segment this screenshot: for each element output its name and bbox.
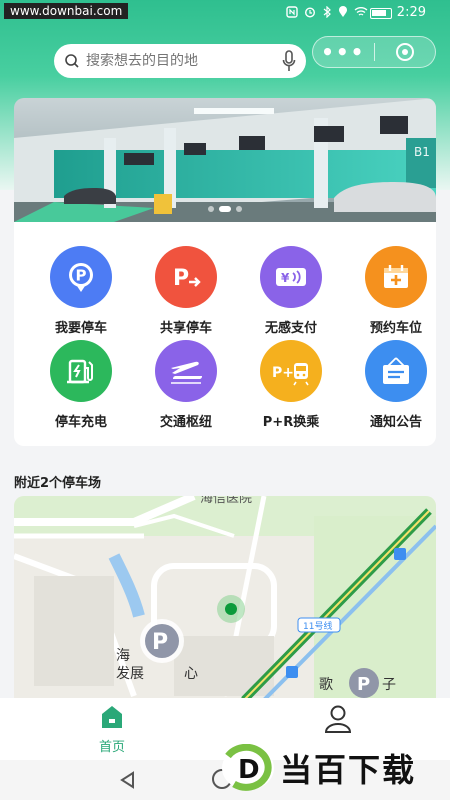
contactless-pay-icon: ¥ xyxy=(260,246,322,308)
carousel-dot[interactable] xyxy=(208,206,214,212)
clock: 2:29 xyxy=(396,5,426,20)
floor-sign: B1 xyxy=(414,145,430,159)
user-icon xyxy=(324,705,352,733)
grid-item-contactless-pay[interactable]: ¥ 无感支付 xyxy=(246,246,336,336)
grid-item-share-parking[interactable]: P 共享停车 xyxy=(141,246,231,336)
status-icons xyxy=(286,6,368,18)
metro-line-label: 11号线 xyxy=(303,620,332,632)
map-label-center3: 心 xyxy=(184,666,198,682)
brand-logo: D xyxy=(222,744,274,791)
miniprogram-capsule: ••• xyxy=(312,36,436,68)
map-label-center: 海 xyxy=(116,648,130,664)
more-options-icon[interactable]: ••• xyxy=(313,37,374,67)
calendar-plus-icon xyxy=(365,246,427,308)
grid-item-park-and-ride[interactable]: P+ P+R换乘 xyxy=(246,340,336,430)
ev-charger-icon xyxy=(50,340,112,402)
wifi-icon xyxy=(354,7,368,16)
home-icon xyxy=(102,706,122,728)
grid-item-notice[interactable]: 通知公告 xyxy=(351,340,441,430)
status-bar: www.downbai.com 2:29 xyxy=(0,0,450,26)
svg-text:P: P xyxy=(76,267,87,285)
svg-text:¥: ¥ xyxy=(281,271,290,285)
parking-pin-icon: P xyxy=(50,246,112,308)
battery-icon xyxy=(370,8,392,19)
tab-profile[interactable] xyxy=(278,704,398,738)
microphone-icon[interactable] xyxy=(282,50,296,72)
function-grid: P 我要停车 P 共享停车 ¥ 无感支付 预约车位 停车充电 交通枢纽 P+ P… xyxy=(14,222,436,446)
close-miniprogram-icon[interactable] xyxy=(374,37,435,67)
grid-item-ev-charging[interactable]: 停车充电 xyxy=(36,340,126,430)
svg-text:P+: P+ xyxy=(272,365,294,381)
tab-home-label: 首页 xyxy=(98,740,125,755)
plane-train-icon xyxy=(155,340,217,402)
map-label-hospital: 海信医院 xyxy=(200,496,252,506)
grid-item-reserve-spot[interactable]: 预约车位 xyxy=(351,246,441,336)
grid-item-park[interactable]: P 我要停车 xyxy=(36,246,126,336)
grid-item-transport-hub[interactable]: 交通枢纽 xyxy=(141,340,231,430)
notice-board-icon xyxy=(365,340,427,402)
map-label-center2: 发展 xyxy=(116,666,144,682)
carousel-dot-active[interactable] xyxy=(219,206,231,212)
map-label-park2b: 子 xyxy=(382,677,396,693)
search-icon xyxy=(65,54,79,68)
grid-label: 共享停车 xyxy=(159,321,212,336)
search-input[interactable] xyxy=(86,53,266,69)
brand-letter: D xyxy=(238,755,260,785)
grid-label: P+R换乘 xyxy=(262,415,320,430)
map-canvas: 11号线 海信医院 P 海 发展 心 P 歌 子 xyxy=(14,496,436,700)
svg-text:P: P xyxy=(357,674,370,695)
nfc-icon xyxy=(286,6,298,18)
back-icon[interactable] xyxy=(118,770,138,790)
grid-label: 预约车位 xyxy=(369,321,422,336)
grid-label: 交通枢纽 xyxy=(159,415,212,430)
map-label-park2: 歌 xyxy=(319,677,333,693)
park-ride-icon: P+ xyxy=(260,340,322,402)
bluetooth-icon xyxy=(323,6,331,18)
grid-label: 通知公告 xyxy=(369,415,422,430)
grid-label: 我要停车 xyxy=(54,321,107,336)
svg-text:P: P xyxy=(152,630,168,655)
alarm-icon xyxy=(304,7,316,18)
parking-marker[interactable]: P xyxy=(140,619,184,663)
brand-text: 当百下载 xyxy=(280,751,417,789)
site-watermark: www.downbai.com xyxy=(4,3,129,19)
grid-label: 停车充电 xyxy=(54,415,107,430)
carousel-dot[interactable] xyxy=(236,206,242,212)
banner-carousel[interactable]: B1 xyxy=(14,98,436,222)
nearby-parking-title: 附近2个停车场 xyxy=(14,476,102,491)
carousel-indicator xyxy=(14,206,436,212)
parking-garage-photo: B1 xyxy=(14,98,436,222)
location-icon xyxy=(339,6,347,17)
brand-watermark: D 当百下载 xyxy=(220,742,446,794)
nearby-parking-map[interactable]: 11号线 海信医院 P 海 发展 心 P 歌 子 xyxy=(14,496,436,700)
grid-label: 无感支付 xyxy=(264,321,317,336)
parking-marker[interactable]: P xyxy=(349,668,379,698)
share-parking-icon: P xyxy=(155,246,217,308)
tab-home[interactable]: 首页 xyxy=(52,704,172,755)
search-bar[interactable] xyxy=(54,44,306,78)
svg-text:P: P xyxy=(173,266,189,291)
